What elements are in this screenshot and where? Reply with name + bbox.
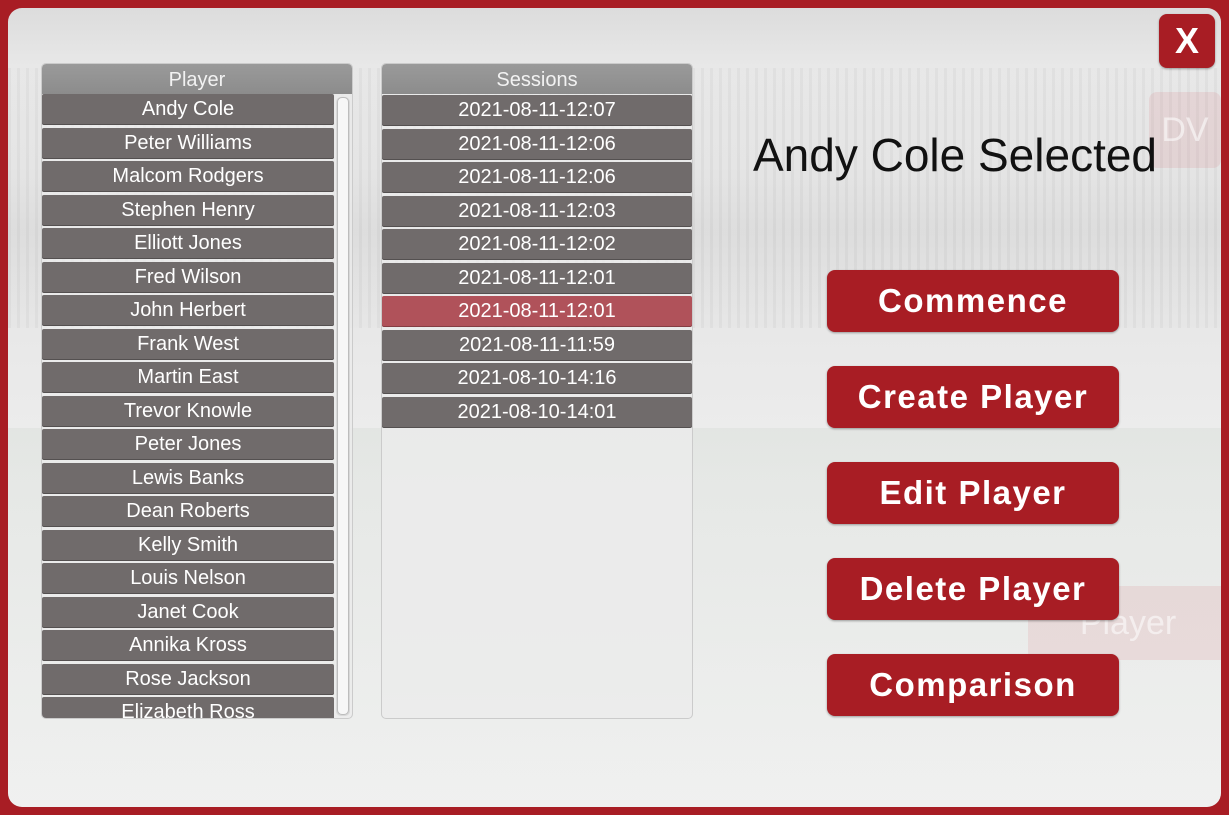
session-list-item[interactable]: 2021-08-11-11:59 [382, 329, 692, 361]
session-list-item[interactable]: 2021-08-11-12:02 [382, 229, 692, 260]
delete-player-button[interactable]: Delete Player [827, 558, 1119, 620]
player-list-item[interactable]: Stephen Henry [42, 194, 334, 226]
player-list-scrollbar[interactable] [336, 97, 350, 716]
player-list-item[interactable]: Malcom Rodgers [42, 161, 334, 192]
close-button[interactable]: X [1159, 14, 1215, 68]
player-list-item[interactable]: Trevor Knowle [42, 395, 334, 427]
player-list-item[interactable]: Andy Cole [42, 94, 334, 125]
player-list: Andy Cole Peter Williams Malcom Rodgers Ste… [42, 94, 352, 718]
player-list-item[interactable]: Dean Roberts [42, 496, 334, 527]
player-list-header: Player [42, 64, 352, 94]
scrollbar-thumb[interactable] [337, 97, 349, 715]
player-list-item[interactable]: Kelly Smith [42, 529, 334, 561]
sessions-list-panel: Sessions 2021-08-11-12:07 2021-08-11-12:0… [381, 63, 693, 719]
session-list-item[interactable]: 2021-08-11-12:01 [382, 262, 692, 294]
player-list-item[interactable]: Peter Jones [42, 429, 334, 460]
player-list-item[interactable]: Louis Nelson [42, 563, 334, 594]
sessions-list: 2021-08-11-12:07 2021-08-11-12:06 2021-08-… [382, 95, 692, 718]
comparison-button[interactable]: Comparison [827, 654, 1119, 716]
session-list-item[interactable]: 2021-08-11-12:01 [382, 296, 692, 327]
player-list-item[interactable]: John Herbert [42, 295, 334, 326]
player-list-item[interactable]: Frank West [42, 328, 334, 360]
create-player-button[interactable]: Create Player [827, 366, 1119, 428]
player-list-item[interactable]: Peter Williams [42, 127, 334, 159]
session-list-item[interactable]: 2021-08-11-12:06 [382, 162, 692, 193]
player-list-item[interactable]: Rose Jackson [42, 663, 334, 695]
selected-player-label: Andy Cole Selected [752, 129, 1158, 181]
player-list-panel: Player Andy Cole Peter Williams Malcom Rod… [41, 63, 353, 719]
player-list-item[interactable]: Annika Kross [42, 630, 334, 661]
session-list-item[interactable]: 2021-08-11-12:03 [382, 195, 692, 227]
session-list-item[interactable]: 2021-08-11-12:06 [382, 128, 692, 160]
player-list-item[interactable]: Janet Cook [42, 596, 334, 628]
session-list-item[interactable]: 2021-08-11-12:07 [382, 95, 692, 126]
player-list-item[interactable]: Lewis Banks [42, 462, 334, 494]
sessions-list-header: Sessions [382, 64, 692, 94]
player-list-item[interactable]: Fred Wilson [42, 261, 334, 293]
session-list-item[interactable]: 2021-08-10-14:01 [382, 396, 692, 428]
edit-player-button[interactable]: Edit Player [827, 462, 1119, 524]
session-list-item[interactable]: 2021-08-10-14:16 [382, 363, 692, 394]
commence-button[interactable]: Commence [827, 270, 1119, 332]
player-list-item[interactable]: Martin East [42, 362, 334, 393]
player-list-item[interactable]: Elliott Jones [42, 228, 334, 259]
player-list-item[interactable]: Elizabeth Ross [42, 697, 334, 718]
